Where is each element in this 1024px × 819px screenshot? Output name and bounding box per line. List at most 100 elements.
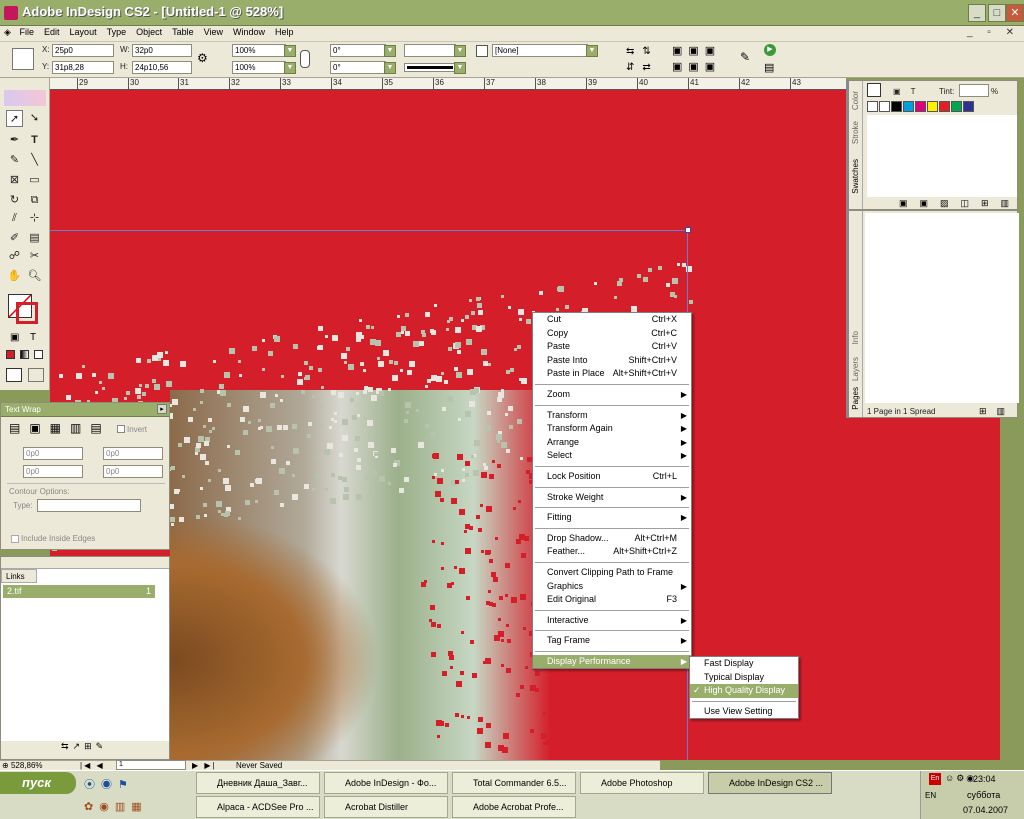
menu-item-drop-shadow[interactable]: Drop Shadow... Alt+Ctrl+M [533,532,691,546]
y-field[interactable]: 31p8,28 [52,61,114,74]
menu-item-fitting[interactable]: Fitting ▶ [533,511,691,525]
invert-checkbox[interactable] [117,425,125,433]
width-field[interactable]: 32p0 [132,44,192,57]
panel-menu-icon[interactable]: ▸ [157,404,167,414]
menu-file[interactable]: File [15,26,40,38]
object-style-field[interactable]: [None] [492,44,588,57]
scale-x-dropdown[interactable]: ▼ [284,45,296,57]
menu-item-cut[interactable]: Cut Ctrl+X [533,313,691,327]
pages-list[interactable] [865,213,1019,403]
rotation-field[interactable]: 0° [330,44,386,57]
stroke-weight-dropdown[interactable]: ▼ [454,45,466,57]
page-nav-prev[interactable]: |◀ ◀ [80,761,105,770]
rectangle-tool-icon[interactable]: ▭ [26,172,43,189]
apply-gradient-icon[interactable] [20,350,29,359]
swatch[interactable] [951,101,962,112]
pages-tab[interactable]: Pages [851,387,860,410]
wrap-mode-icons[interactable]: ▤▣▦▥▤ [9,421,111,435]
menu-item-lock-position[interactable]: Lock Position Ctrl+L [533,470,691,484]
keyboard-layout-icon[interactable]: En [929,773,941,785]
pen-tool-icon[interactable]: ✒ [6,132,23,149]
right-offset-field[interactable]: 0p0 [103,465,163,478]
page-field[interactable]: 1 [116,760,186,770]
swatch[interactable] [891,101,902,112]
free-transform-tool-icon[interactable]: ⊹ [26,210,43,227]
menu-item-select[interactable]: Select ▶ [533,449,691,463]
menu-item-paste-in-place[interactable]: Paste in Place Alt+Shift+Ctrl+V [533,367,691,381]
menu-item-arrange[interactable]: Arrange ▶ [533,436,691,450]
swatches-tab[interactable]: Swatches [851,159,860,194]
menu-type[interactable]: Type [102,26,132,38]
normal-view-icon[interactable] [6,368,22,382]
menu-item-copy[interactable]: Copy Ctrl+C [533,327,691,341]
close-button[interactable]: ✕ [1006,4,1024,22]
go-bridge-icon[interactable]: ▶ [764,44,776,56]
line-tool-icon[interactable]: ╲ [26,152,43,169]
x-field[interactable]: 25p0 [52,44,114,57]
object-style-dropdown[interactable]: ▼ [586,45,598,57]
pencil-tool-icon[interactable]: ✎ [6,152,23,169]
swatch[interactable] [963,101,974,112]
menu-item-paste[interactable]: Paste Ctrl+V [533,340,691,354]
taskbar-item[interactable]: Total Commander 6.5... [452,772,576,794]
submenu-item-fast-display[interactable]: Fast Display [690,657,798,671]
selection-tool-icon[interactable]: ➚ [6,110,23,127]
menu-help[interactable]: Help [270,26,299,38]
type-tool-icon[interactable]: T [26,132,43,149]
format-icons[interactable]: ▣ T [893,87,920,96]
rotation-dropdown[interactable]: ▼ [384,45,396,57]
chain-link-icon[interactable] [300,50,310,68]
menu-item-paste-into[interactable]: Paste Into Shift+Ctrl+V [533,354,691,368]
flip-icons[interactable]: ⇵⇄ [626,62,659,73]
submenu-item-high-quality-display[interactable]: ✓ High Quality Display [690,684,798,698]
links-toolbar[interactable]: ⇆↗⊞✎ [1,741,169,759]
swatch-list[interactable] [867,115,1017,197]
zoom-status[interactable]: ⊕ 528,86% [2,761,43,770]
pages-footer-icons[interactable]: ⊞▥ [979,406,1015,417]
shear-dropdown[interactable]: ▼ [384,62,396,74]
tint-field[interactable] [959,84,989,97]
palette-menu-icon[interactable]: ▤ [764,61,774,74]
reference-point-icon[interactable] [12,48,34,70]
quick-launch-icons[interactable]: ⦿◉⚑ [84,776,134,792]
preview-view-icon[interactable] [28,368,44,382]
rect-frame-tool-icon[interactable]: ⊠ [6,172,23,189]
menu-window[interactable]: Window [228,26,270,38]
taskbar-item[interactable]: Alpaca - ACDSee Pro ... [196,796,320,818]
menu-item-transform-again[interactable]: Transform Again ▶ [533,422,691,436]
contour-type-select[interactable] [37,499,141,512]
frame-handle[interactable] [685,227,691,233]
taskbar-item[interactable]: Adobe InDesign - Фо... [324,772,448,794]
menu-item-edit-original[interactable]: Edit Original F3 [533,593,691,607]
start-button[interactable]: пуск [0,772,76,794]
hand-tool-icon[interactable]: ✋ [6,268,23,285]
menu-item-tag-frame[interactable]: Tag Frame ▶ [533,634,691,648]
shear-tool-icon[interactable]: ⫽ [6,210,23,227]
align-icons[interactable]: ⇆⇅ [626,46,659,57]
menu-object[interactable]: Object [131,26,167,38]
rotate-tool-icon[interactable]: ↻ [6,192,23,209]
include-inside-checkbox[interactable] [11,535,19,543]
left-offset-field[interactable]: 0p0 [103,447,163,460]
maximize-button[interactable]: □ [988,4,1006,22]
taskbar-item[interactable]: Adobe Acrobat Profe... [452,796,576,818]
color-tab[interactable]: Color [851,91,860,110]
language-indicator[interactable]: EN [925,791,936,800]
scissors-tool-icon[interactable]: ✂ [26,248,43,265]
pages-side-tabs[interactable]: Pages Layers Info [849,211,863,417]
link-row[interactable]: 2.tif 1 [3,585,155,598]
taskbar-item-active[interactable]: Adobe InDesign CS2 ... [708,772,832,794]
menu-table[interactable]: Table [167,26,199,38]
fitting-icons-bottom[interactable]: ▣▣▣ [672,60,721,73]
swatch[interactable] [927,101,938,112]
quick-launch-icons-2[interactable]: ✿◉▥▦ [84,800,148,813]
taskbar-item[interactable]: Acrobat Distiller [324,796,448,818]
stroke-type-dropdown[interactable]: ▼ [454,62,466,74]
scale-y-field[interactable]: 100% [232,61,286,74]
menu-item-stroke-weight[interactable]: Stroke Weight ▶ [533,491,691,505]
formatting-affects-icons[interactable]: ▣ T [10,332,40,343]
menu-item-display-performance[interactable]: Display Performance ▶ [533,654,691,669]
submenu-item-typical-display[interactable]: Typical Display [690,671,798,685]
menu-item-feather[interactable]: Feather... Alt+Shift+Ctrl+Z [533,545,691,559]
menu-item-convert-clipping-path-to-frame[interactable]: Convert Clipping Path to Frame [533,566,691,580]
